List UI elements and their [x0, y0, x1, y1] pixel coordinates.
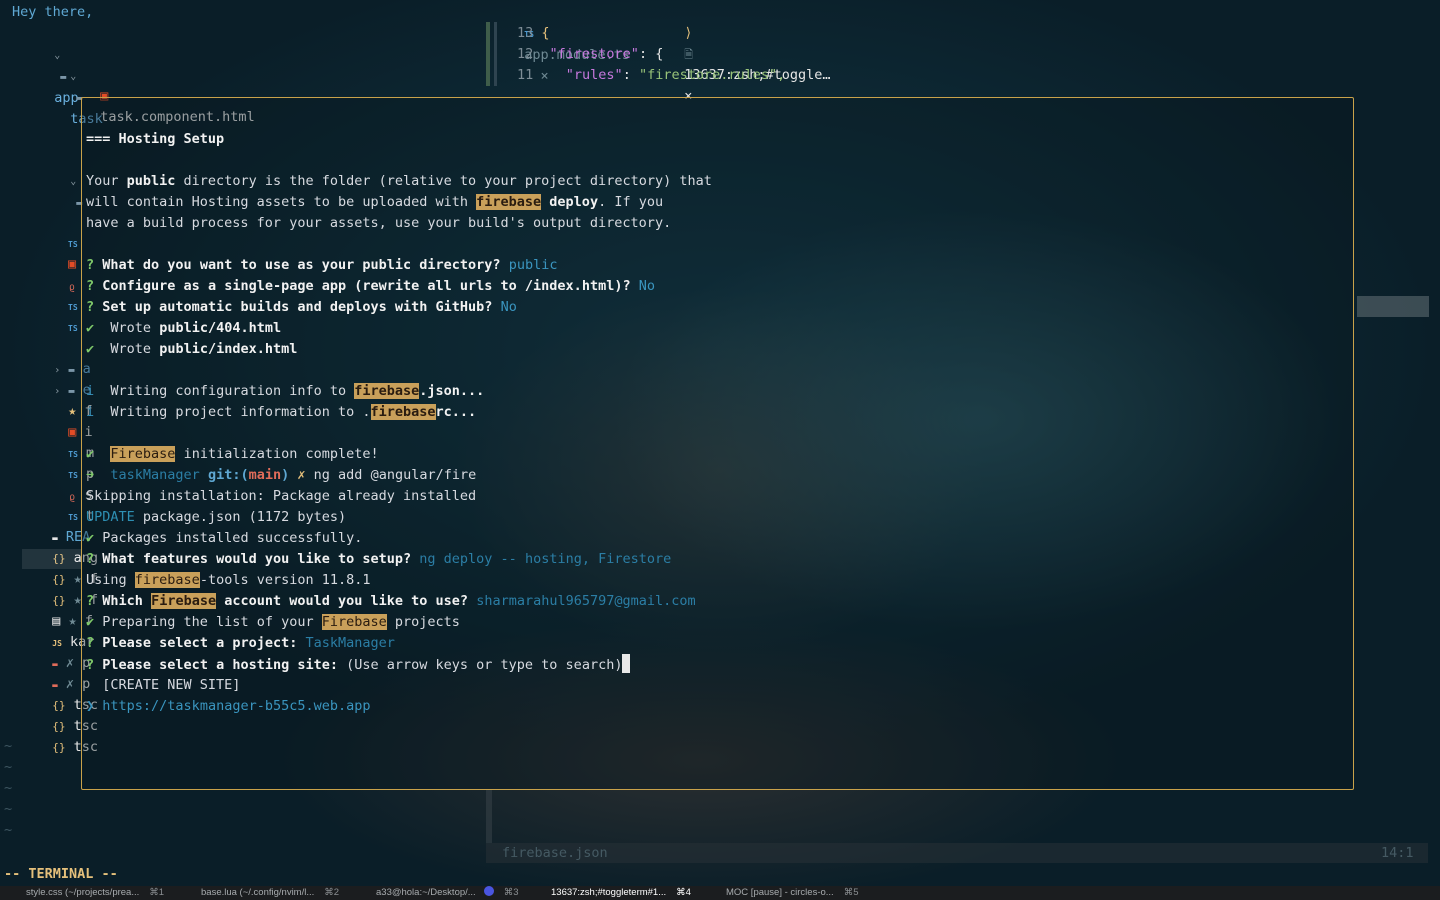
- check-icon: ✔: [86, 320, 95, 336]
- check-icon: ✔: [86, 530, 95, 546]
- ts-file-icon: TS: [68, 303, 78, 312]
- line-number: 11: [517, 67, 534, 83]
- statusline-file: firebase.json: [502, 845, 608, 861]
- window-tab-1[interactable]: style.css (~/projects/prea... ⌘1: [26, 886, 164, 900]
- ts-file-icon: TS: [68, 240, 78, 249]
- chevron-down-icon: ⌄: [70, 71, 77, 82]
- terminal-line: Using firebase-tools version 11.8.1: [86, 572, 371, 588]
- ts-file-icon: TS: [68, 324, 78, 333]
- terminal-line: i Writing configuration info to firebase…: [86, 383, 485, 399]
- chevron-right-icon: ⟩: [684, 25, 693, 41]
- tree-icon-row: ▣: [68, 254, 76, 275]
- terminal-question: ? Which Firebase account would you like …: [86, 593, 696, 609]
- code-line: 11 "rules": "firestore.rules",: [517, 67, 786, 83]
- line-number: 12: [517, 46, 534, 62]
- terminal-heading: === Hosting Setup: [86, 131, 225, 147]
- info-icon: i: [86, 404, 95, 420]
- code-text: {: [541, 25, 550, 41]
- terminal-question[interactable]: ? Please select a hosting site: (Use arr…: [86, 654, 631, 675]
- editor-tab-terminal[interactable]: ⟩ 🗎 13637:zsh;#toggle… ×: [668, 2, 830, 107]
- code-line: 13 {: [517, 23, 550, 44]
- terminal-line: UPDATE package.json (1172 bytes): [86, 509, 347, 525]
- empty-line-marker: ~: [4, 822, 13, 838]
- question-mark-icon: ?: [86, 635, 95, 651]
- terminal-line: ✔ Wrote public/404.html: [86, 320, 282, 336]
- tree-item-task[interactable]: ⌄ ▬ task: [54, 44, 103, 127]
- terminal-line: will contain Hosting assets to be upload…: [86, 194, 664, 210]
- terminal-prompt: ➜ taskManager git:(main) ✗ ng add @angul…: [86, 467, 477, 483]
- terminal-line: Your public directory is the folder (rel…: [86, 173, 712, 189]
- terminal-question: ? Set up automatic builds and deploys wi…: [86, 299, 517, 315]
- terminal-cursor: [622, 654, 631, 673]
- question-mark-icon: ?: [86, 657, 95, 673]
- terminal-question: ? What features would you like to setup?…: [86, 551, 672, 567]
- terminal-line: i Writing project information to .fireba…: [86, 404, 477, 420]
- indent-guide: [494, 22, 497, 86]
- code-text: : {: [638, 46, 664, 62]
- tree-chevron[interactable]: ⌄ ▬: [54, 149, 82, 209]
- git-gutter: [486, 22, 490, 86]
- question-mark-icon: ?: [86, 257, 95, 273]
- line-number: 13: [517, 25, 534, 41]
- question-mark-icon: ?: [86, 299, 95, 315]
- tree-icon-row: TS: [68, 296, 78, 317]
- window-tab-5[interactable]: MOC [pause] - circles-o... ⌘5: [726, 886, 859, 900]
- terminal-line: have a build process for your assets, us…: [86, 215, 672, 231]
- check-icon: ✔: [86, 614, 95, 630]
- brush-icon: ᵨ: [68, 277, 77, 293]
- statusline: [486, 843, 1428, 863]
- html-file-icon: ▣: [68, 256, 77, 272]
- question-mark-icon: ?: [86, 551, 95, 567]
- hosting-option-selected[interactable]: ❯ https://taskmanager-b55c5.web.app: [86, 696, 371, 717]
- mode-indicator: -- TERMINAL --: [4, 866, 118, 882]
- info-icon: i: [86, 383, 95, 399]
- window-tab-4[interactable]: 13637:zsh;#toggleterm#1... ⌘4: [551, 886, 691, 900]
- terminal-question: ? What do you want to use as your public…: [86, 257, 558, 273]
- check-icon: ✔: [86, 341, 95, 357]
- empty-line-marker: ~: [4, 780, 13, 796]
- question-mark-icon: ?: [86, 593, 95, 609]
- tree-item-app[interactable]: ⌄ ▬ app: [38, 23, 78, 106]
- code-line: 12 "firestore": {: [517, 44, 663, 65]
- tree-icon-row: ᵨ: [68, 275, 76, 296]
- terminal-line: Skipping installation: Package already i…: [86, 488, 477, 504]
- terminal-question: ? Configure as a single-page app (rewrit…: [86, 278, 655, 294]
- json-file-icon: {}: [52, 741, 66, 754]
- pointer-icon: ❯: [86, 698, 95, 714]
- tree-item-task-component[interactable]: ▣ task.component.html: [84, 65, 254, 125]
- window-split: [486, 790, 492, 843]
- window-tab-3[interactable]: a33@hola:~/Desktop/... ⌘3: [376, 886, 519, 900]
- hosting-option-create[interactable]: [CREATE NEW SITE]: [86, 675, 240, 696]
- question-mark-icon: ?: [86, 278, 95, 294]
- floating-terminal[interactable]: === Hosting Setup Your public directory …: [81, 97, 1354, 790]
- code-key: "rules": [565, 67, 623, 83]
- window-tab-bar: style.css (~/projects/prea... ⌘1 base.lua…: [0, 886, 1440, 900]
- scrollbar-thumb[interactable]: [1357, 296, 1429, 317]
- greeting-text: Hey there,: [12, 4, 94, 20]
- code-key: "firestore": [549, 46, 639, 62]
- terminal-line: ✔ Firebase initialization complete!: [86, 446, 379, 462]
- terminal-line: ✔ Preparing the list of your Firebase pr…: [86, 614, 460, 630]
- terminal-line: ✔ Packages installed successfully.: [86, 530, 363, 546]
- arrow-right-icon: ➜: [86, 467, 95, 483]
- tree-icon-row: TS: [68, 233, 78, 254]
- activity-dot-icon: [483, 886, 494, 896]
- file-icon: 🗎: [684, 48, 694, 61]
- check-icon: ✔: [86, 446, 95, 462]
- empty-line-marker: ~: [4, 738, 13, 754]
- empty-line-marker: ~: [4, 759, 13, 775]
- chevron-down-icon: ⌄: [70, 176, 77, 187]
- window-tab-2[interactable]: base.lua (~/.config/nvim/l... ⌘2: [201, 886, 339, 900]
- terminal-line: ✔ Wrote public/index.html: [86, 341, 298, 357]
- code-value: "firestore.rules",: [638, 67, 786, 83]
- terminal-question: ? Please select a project: TaskManager: [86, 635, 395, 651]
- empty-line-marker: ~: [4, 801, 13, 817]
- statusline-position: 14:1: [1381, 845, 1414, 861]
- tree-icon-row: TS: [68, 317, 78, 338]
